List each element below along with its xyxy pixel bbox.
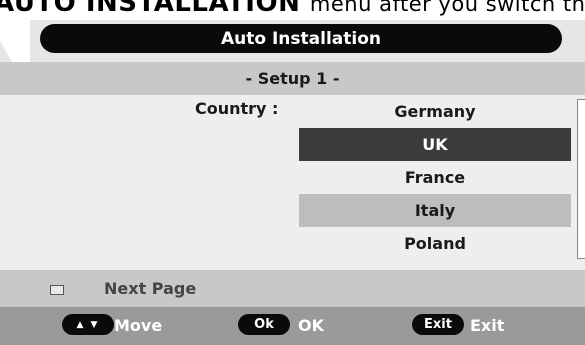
country-option-france[interactable]: France [299, 161, 571, 194]
title-bar: Auto Installation [0, 20, 585, 62]
up-down-arrows-icon: ▲ ▼ [62, 314, 114, 335]
title-corner-notch [0, 20, 30, 62]
dialog-title: Auto Installation [40, 24, 562, 53]
country-list: Germany UK France Italy Poland [299, 95, 571, 260]
country-option-uk[interactable]: UK [299, 128, 571, 161]
country-selection-area: Country : Germany UK France Italy Poland [0, 95, 585, 270]
country-option-germany[interactable]: Germany [299, 95, 571, 128]
next-page-key-icon [50, 285, 64, 295]
country-option-italy[interactable]: Italy [299, 194, 571, 227]
exit-hint-label: Exit [470, 316, 505, 335]
instruction-text-strip: AUTO INSTALLATION menu after you switch … [0, 0, 585, 20]
next-page-bar[interactable]: Next Page [0, 270, 585, 307]
next-page-label: Next Page [104, 279, 197, 298]
country-option-poland[interactable]: Poland [299, 227, 571, 260]
exit-key-icon: Exit [412, 314, 464, 335]
instruction-bold: AUTO INSTALLATION [0, 0, 301, 18]
move-hint-label: Move [114, 316, 163, 335]
country-list-scrollbar[interactable] [577, 99, 585, 259]
ok-key-icon: Ok [238, 314, 290, 335]
instruction-plain: menu after you switch the [309, 0, 585, 16]
ok-hint-label: OK [298, 316, 324, 335]
auto-installation-dialog: Auto Installation - Setup 1 - Country : … [0, 20, 585, 345]
instruction-text: AUTO INSTALLATION menu after you switch … [0, 0, 585, 18]
footer-key-hints: ▲ ▼ Move Ok OK Exit Exit [0, 307, 585, 345]
setup-step-label: - Setup 1 - [0, 62, 585, 95]
country-label: Country : [195, 99, 279, 118]
